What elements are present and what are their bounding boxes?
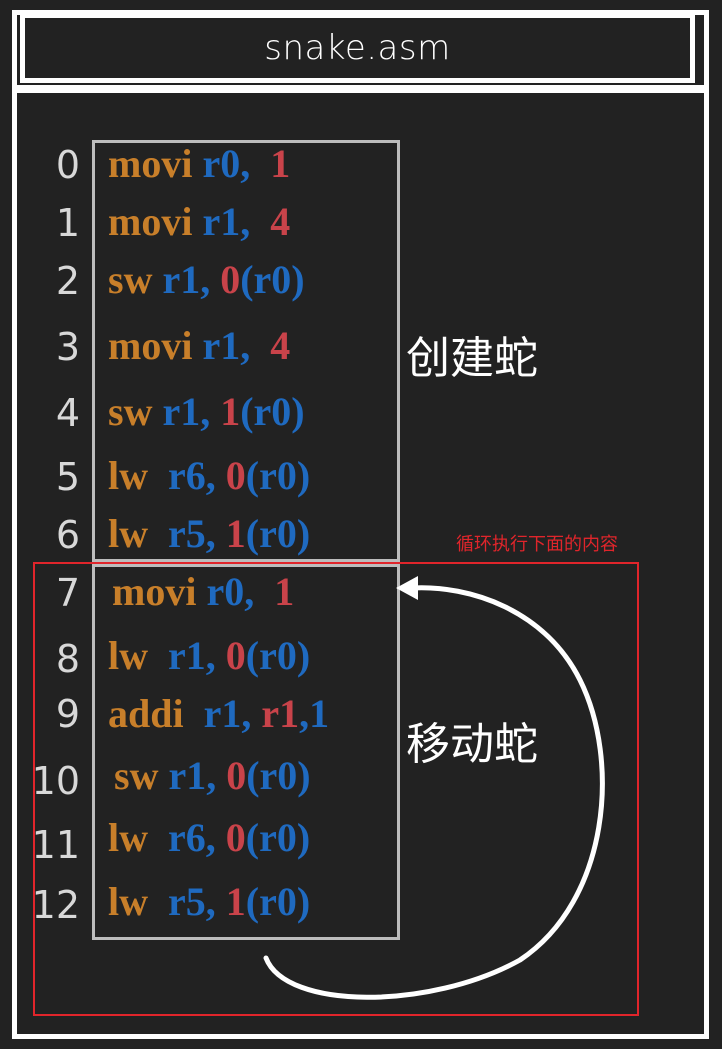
loop-arrow-icon	[263, 576, 605, 1000]
